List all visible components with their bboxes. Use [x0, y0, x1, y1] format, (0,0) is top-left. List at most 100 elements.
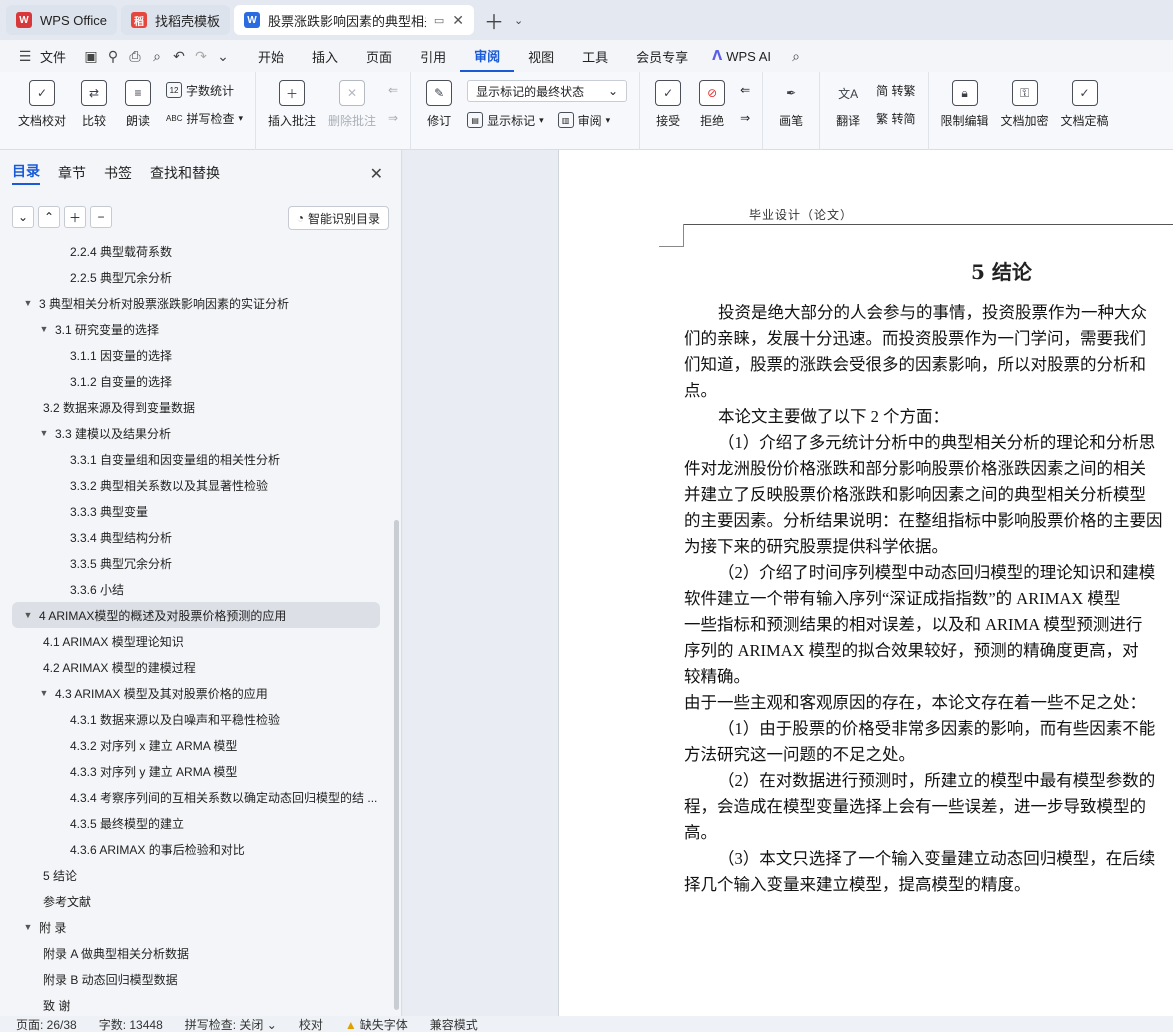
- toc-item[interactable]: ▼ 4.3 ARIMAX 模型及其对股票价格的应用: [0, 680, 392, 706]
- toc-item[interactable]: 致 谢: [0, 992, 392, 1016]
- toc-item[interactable]: 2.2.5 典型冗余分析: [0, 264, 392, 290]
- reject-button[interactable]: ⊘ 拒绝: [690, 80, 734, 129]
- toc-item[interactable]: 3.1.2 自变量的选择: [0, 368, 392, 394]
- toc-item[interactable]: ▼ 4 ARIMAX模型的概述及对股票价格预测的应用: [12, 602, 380, 628]
- redo-icon[interactable]: ↷: [190, 48, 212, 65]
- proof-status[interactable]: 校对: [299, 1016, 323, 1032]
- toc-item[interactable]: 3.3.5 典型冗余分析: [0, 550, 392, 576]
- toc-scrollbar[interactable]: [394, 520, 399, 1010]
- toc-item[interactable]: 3.3.6 小结: [0, 576, 392, 602]
- show-markup-button[interactable]: ▤ 显示标记 ▾: [467, 112, 544, 129]
- toc-item[interactable]: ▼ 3.3 建模以及结果分析: [0, 420, 392, 446]
- toc-item[interactable]: 4.3.2 对序列 x 建立 ARMA 模型: [0, 732, 392, 758]
- print-preview-icon[interactable]: ⌕: [146, 48, 168, 65]
- prev-change-icon[interactable]: ⇐: [740, 80, 750, 100]
- next-change-icon[interactable]: ⇒: [740, 108, 750, 128]
- nav-tab-bookmarks[interactable]: 书签: [104, 163, 132, 183]
- toc-item[interactable]: 2.2.4 典型载荷系数: [0, 238, 392, 264]
- toc-item[interactable]: 4.3.3 对序列 y 建立 ARMA 模型: [0, 758, 392, 784]
- toc-item[interactable]: 附录 B 动态回归模型数据: [0, 966, 392, 992]
- compare-button[interactable]: ⇄ 比较: [72, 80, 116, 129]
- missing-font-status[interactable]: ▲ 缺失字体: [345, 1016, 408, 1032]
- hamburger-icon[interactable]: ☰: [14, 48, 36, 65]
- menu-view[interactable]: 视图: [514, 40, 568, 72]
- undo-icon[interactable]: ↶: [168, 48, 190, 65]
- share-icon[interactable]: ⚲: [102, 48, 124, 65]
- menu-home[interactable]: 开始: [244, 40, 298, 72]
- tab-list-chevron-icon[interactable]: ⌄: [514, 14, 523, 27]
- markup-display-select[interactable]: 显示标记的最终状态 ⌄: [467, 80, 628, 102]
- monitor-icon[interactable]: ▭: [434, 14, 444, 27]
- next-comment-icon[interactable]: ⇒: [388, 108, 398, 128]
- menu-references[interactable]: 引用: [406, 40, 460, 72]
- menu-tools[interactable]: 工具: [568, 40, 622, 72]
- nav-tab-find-replace[interactable]: 查找和替换: [150, 163, 220, 183]
- restrict-edit-button[interactable]: 🔒︎ 限制编辑: [935, 80, 995, 129]
- collapse-caret-icon[interactable]: ▼: [22, 298, 34, 308]
- toc-item[interactable]: ▼ 附 录: [0, 914, 392, 940]
- toc-item[interactable]: 3.3.1 自变量组和因变量组的相关性分析: [0, 446, 392, 472]
- review-pane-button[interactable]: ▥ 审阅 ▾: [557, 112, 610, 129]
- word-count[interactable]: 字数: 13448: [99, 1016, 163, 1032]
- toc-item[interactable]: 5 结论: [0, 862, 392, 888]
- toc-item[interactable]: 4.3.1 数据来源以及白噪声和平稳性检验: [0, 706, 392, 732]
- collapse-caret-icon[interactable]: ▼: [38, 688, 50, 698]
- toc-item[interactable]: 4.3.4 考察序列间的互相关系数以确定动态回归模型的结 ...: [0, 784, 392, 810]
- toc-item[interactable]: 4.1 ARIMAX 模型理论知识: [0, 628, 392, 654]
- insert-comment-button[interactable]: ＋ 插入批注: [262, 80, 322, 129]
- menu-page[interactable]: 页面: [352, 40, 406, 72]
- expand-down-icon[interactable]: ⌄: [12, 206, 34, 228]
- document-body[interactable]: 投资是绝大部分的人会参与的事情，投资股票作为一种大众 们的亲睐，发展十分迅速。而投…: [684, 300, 1173, 898]
- more-chevron-icon[interactable]: ⌄: [212, 48, 234, 65]
- toc-item[interactable]: 3.1.1 因变量的选择: [0, 342, 392, 368]
- pen-button[interactable]: ✒ 画笔: [769, 80, 813, 129]
- smart-toc-button[interactable]: ◔ 智能识别目录: [287, 206, 389, 230]
- toc-item[interactable]: 4.3.6 ARIMAX 的事后检验和对比: [0, 836, 392, 862]
- encrypt-button[interactable]: ⚿ 文档加密: [995, 80, 1055, 129]
- track-changes-button[interactable]: ✎ 修订: [417, 80, 461, 129]
- save-icon[interactable]: ▣: [80, 48, 102, 65]
- menu-review[interactable]: 审阅: [460, 40, 515, 72]
- collapse-caret-icon[interactable]: ▼: [22, 610, 34, 620]
- search-icon[interactable]: ⌕: [785, 48, 807, 65]
- read-aloud-button[interactable]: ≡ 朗读: [116, 80, 160, 129]
- add-level-icon[interactable]: ＋: [64, 206, 86, 228]
- collapse-up-icon[interactable]: ⌃: [38, 206, 60, 228]
- toc-item[interactable]: 3.3.4 典型结构分析: [0, 524, 392, 550]
- word-count-button[interactable]: 12 字数统计: [166, 80, 243, 100]
- collapse-caret-icon[interactable]: ▼: [38, 324, 50, 334]
- close-pane-icon[interactable]: ✕: [370, 164, 383, 184]
- tab-wps-office[interactable]: W WPS Office: [6, 5, 117, 35]
- collapse-caret-icon[interactable]: ▼: [38, 428, 50, 438]
- collapse-caret-icon[interactable]: ▼: [22, 922, 34, 932]
- toc-item[interactable]: ▼ 3.1 研究变量的选择: [0, 316, 392, 342]
- to-simplified-button[interactable]: 繁 转简: [876, 108, 915, 128]
- doc-check-button[interactable]: ✓ 文档校对: [12, 80, 72, 129]
- delete-comment-button[interactable]: ✕ 删除批注: [322, 80, 382, 129]
- spell-check-button[interactable]: ABC 拼写检查 ▾: [166, 108, 243, 128]
- spell-check-status[interactable]: 拼写检查: 关闭 ⌄: [185, 1016, 277, 1032]
- toc-item[interactable]: 3.3.3 典型变量: [0, 498, 392, 524]
- page-count[interactable]: 页面: 26/38: [16, 1016, 77, 1032]
- toc-item[interactable]: 4.2 ARIMAX 模型的建模过程: [0, 654, 392, 680]
- toc-item[interactable]: 参考文献: [0, 888, 392, 914]
- nav-tab-sections[interactable]: 章节: [58, 163, 86, 183]
- toc-item[interactable]: 附录 A 做典型相关分析数据: [0, 940, 392, 966]
- menu-file[interactable]: 文件: [36, 40, 80, 72]
- to-traditional-button[interactable]: 简 转繁: [876, 80, 915, 100]
- toc-item[interactable]: ▼ 3 典型相关分析对股票涨跌影响因素的实证分析: [0, 290, 392, 316]
- remove-level-icon[interactable]: −: [90, 206, 112, 228]
- new-tab-plus-icon[interactable]: ＋: [478, 6, 510, 35]
- menu-wps-ai[interactable]: WPS AI: [722, 40, 785, 72]
- toc-item[interactable]: 4.3.5 最终模型的建立: [0, 810, 392, 836]
- prev-comment-icon[interactable]: ⇐: [388, 80, 398, 100]
- tab-templates[interactable]: 稻 找稻壳模板: [120, 5, 230, 35]
- toc-item[interactable]: 3.2 数据来源及得到变量数据: [0, 394, 392, 420]
- print-icon[interactable]: ⎙: [124, 48, 146, 65]
- menu-member[interactable]: 会员专享: [622, 40, 702, 72]
- tab-document[interactable]: W 股票涨跌影响因素的典型相关分 ▭ ✕: [233, 5, 474, 35]
- toc-item[interactable]: 3.3.2 典型相关系数以及其显著性检验: [0, 472, 392, 498]
- accept-button[interactable]: ✓ 接受: [646, 80, 690, 129]
- translate-button[interactable]: 文A 翻译: [826, 80, 870, 129]
- finalize-button[interactable]: ✓ 文档定稿: [1055, 80, 1115, 129]
